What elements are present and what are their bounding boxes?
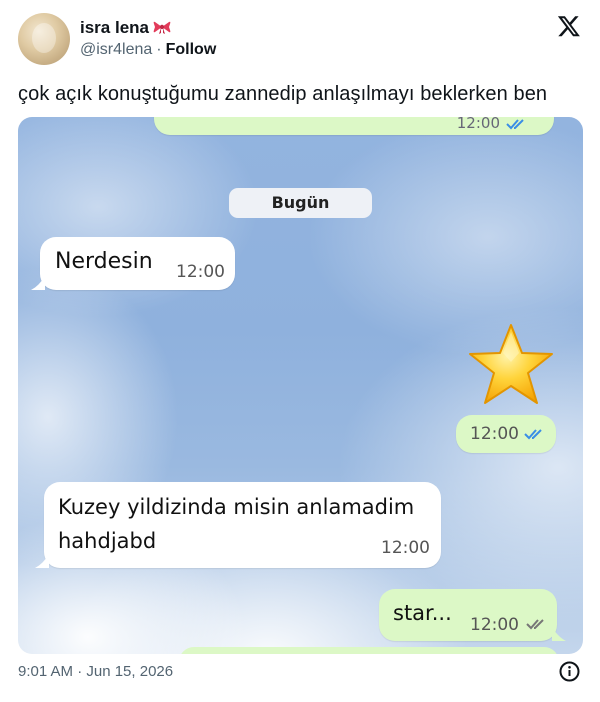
tweet-text: çok açık konuştuğumu zannedip anlaşılmay… xyxy=(18,83,548,105)
author-name-text[interactable]: isra lena xyxy=(80,18,149,37)
author-handle[interactable]: @isr4lena xyxy=(80,41,152,58)
message-time: 12:00 xyxy=(381,538,430,558)
author-name[interactable]: isra lena xyxy=(80,18,171,38)
author-handle-line: @isr4lena · Follow xyxy=(80,41,216,59)
ribbon-bow-icon xyxy=(153,20,171,34)
incoming-message-bubble: Nerdesin 12:00 xyxy=(31,237,235,290)
message-time: 12:00 xyxy=(470,615,519,635)
read-checkmark-icon xyxy=(524,429,542,440)
author-avatar[interactable] xyxy=(18,13,70,65)
bubble-tail xyxy=(35,554,49,568)
message-text: Nerdesin xyxy=(55,249,153,274)
separator-dot: · xyxy=(156,41,162,58)
tweet-timestamp[interactable]: 9:01 AM · Jun 15, 2026 xyxy=(18,663,173,680)
message-line: Kuzey yildizinda misin anlamadim xyxy=(58,495,415,519)
outgoing-message-bubble: star... 12:00 xyxy=(379,589,566,641)
partial-outgoing-bubble xyxy=(179,647,559,654)
message-time: 12:00 xyxy=(176,262,225,282)
read-checkmark-icon xyxy=(506,119,524,130)
follow-button[interactable]: Follow xyxy=(166,41,217,58)
x-logo-icon[interactable] xyxy=(557,14,581,38)
date-chip: Bugün xyxy=(229,188,372,218)
delivered-checkmark-icon xyxy=(526,619,544,630)
info-icon[interactable] xyxy=(559,661,580,682)
partial-outgoing-bubble: 12:00 xyxy=(154,117,554,135)
bubble-tail xyxy=(552,627,566,641)
incoming-message-bubble: Kuzey yildizinda misin anlamadim hahdjab… xyxy=(35,482,441,568)
bubble-tail xyxy=(31,276,45,290)
message-time: 12:00 xyxy=(456,117,500,132)
message-text: star... xyxy=(393,601,452,625)
star-emoji-icon xyxy=(466,322,556,408)
message-time: 12:00 xyxy=(470,424,519,444)
outgoing-sticker-time-bubble: 12:00 xyxy=(456,415,556,453)
tweet-media-image[interactable]: 12:00 Bugün Nerdesin 12:00 12:00 Kuzey y… xyxy=(18,117,583,654)
